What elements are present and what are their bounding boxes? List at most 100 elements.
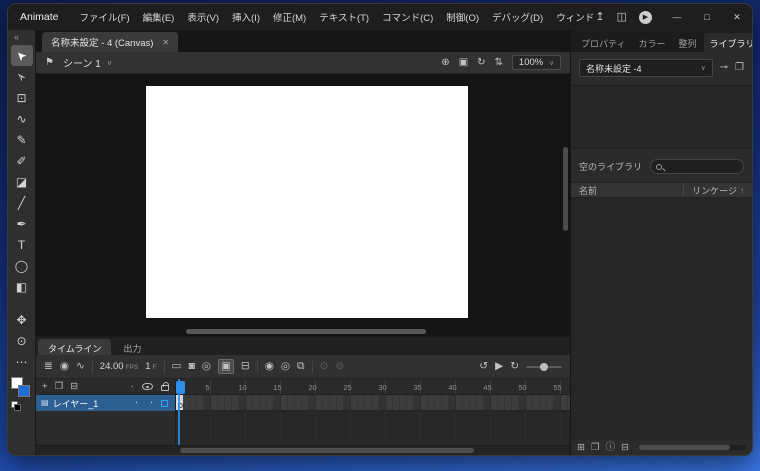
insert-blank-keyframe-icon[interactable]: ◎ — [202, 361, 211, 372]
column-name[interactable]: 名前 — [579, 184, 597, 197]
stage-pasteboard[interactable] — [36, 74, 570, 328]
onion-outline-icon[interactable]: ◎ — [281, 361, 290, 372]
menu-item[interactable]: 修正(M) — [268, 8, 311, 26]
tab-close-icon[interactable]: ✕ — [162, 38, 169, 47]
zoom-select[interactable]: 100% ∨ — [511, 55, 561, 70]
scrollbar-thumb[interactable] — [638, 445, 730, 450]
slider-thumb[interactable] — [540, 362, 548, 371]
tab-整列[interactable]: 整列 — [672, 33, 702, 52]
layer-depth-icon[interactable]: ∿ — [76, 361, 85, 372]
timeline-zoom-slider[interactable] — [526, 362, 562, 371]
timeline-ruler[interactable]: 5 10 15 20 25 30 35 40 45 50 55 — [176, 379, 570, 395]
workspace-icon[interactable]: ◫ — [617, 11, 627, 23]
delete-layer-button[interactable]: ⊟ — [70, 382, 78, 392]
frames-pane[interactable]: 5 10 15 20 25 30 35 40 45 50 55 — [176, 379, 570, 445]
new-library-panel-icon[interactable]: ❐ — [735, 63, 744, 73]
delete-frame-icon[interactable]: ⊟ — [241, 361, 250, 372]
more-tools[interactable]: ⋯ — [11, 351, 33, 372]
lock-icon[interactable] — [161, 382, 169, 391]
fill-color-chip[interactable] — [17, 385, 30, 397]
document-tab[interactable]: 名称未設定 - 4 (Canvas) ✕ — [42, 32, 179, 52]
rotate-stage-icon[interactable]: ↻ — [477, 57, 485, 68]
library-horizontal-scrollbar[interactable] — [638, 445, 746, 450]
column-linkage[interactable]: リンケージ ↑ — [683, 183, 744, 197]
menu-item[interactable]: ファイル(F) — [75, 8, 135, 26]
menu-item[interactable]: 表示(V) — [182, 8, 224, 26]
current-frame-field[interactable]: 1F — [145, 361, 156, 372]
brush-tool[interactable]: ✎ — [11, 129, 33, 150]
timeline-tab-出力[interactable]: 出力 — [113, 339, 151, 355]
stage-vertical-scrollbar[interactable] — [563, 78, 568, 324]
eraser-tool[interactable]: ◪ — [11, 171, 33, 192]
line-tool[interactable]: ╱ — [11, 192, 33, 213]
menu-item[interactable]: コマンド(C) — [377, 8, 438, 26]
rewind-icon[interactable]: ↺ — [479, 361, 488, 372]
add-folder-button[interactable]: ❐ — [55, 382, 64, 392]
new-folder-button[interactable]: ❐ — [591, 443, 600, 453]
scene-breadcrumb[interactable]: シーン 1 — [63, 55, 101, 70]
delete-button[interactable]: ⊟ — [621, 443, 629, 453]
layer-row[interactable]: ▤ レイヤー_1 · · — [36, 395, 175, 411]
stage-canvas[interactable] — [146, 86, 468, 318]
menu-item[interactable]: ウィンドウ(W) — [551, 8, 595, 26]
layer-parent-icon[interactable]: ≣ — [44, 361, 53, 372]
chevron-down-icon[interactable]: ∨ — [107, 59, 112, 67]
close-button[interactable]: ✕ — [722, 4, 752, 30]
menu-item[interactable]: 挿入(I) — [227, 8, 265, 26]
library-search-box[interactable] — [650, 159, 744, 174]
timeline-horizontal-scrollbar[interactable] — [36, 445, 570, 455]
playhead-line[interactable] — [178, 379, 180, 445]
menu-item[interactable]: 制御(O) — [441, 8, 484, 26]
scrollbar-thumb[interactable] — [180, 448, 474, 453]
pen-tool[interactable]: ✒ — [11, 213, 33, 234]
onion-range-icon[interactable]: ⊙ — [320, 361, 329, 372]
menu-item[interactable]: テキスト(T) — [314, 8, 374, 26]
stage-horizontal-scrollbar[interactable] — [36, 328, 570, 336]
camera-icon[interactable]: ◉ — [60, 361, 69, 372]
anchor-onion-icon[interactable]: ⊚ — [335, 361, 344, 372]
oval-tool[interactable]: ◯ — [11, 255, 33, 276]
zoom-tool[interactable]: ⊙ — [11, 330, 33, 351]
search-input[interactable] — [666, 160, 738, 173]
highlight-column-icon[interactable]: · — [131, 381, 134, 392]
lasso-tool[interactable]: ∿ — [11, 108, 33, 129]
clip-content-icon[interactable]: ▣ — [459, 57, 468, 68]
fps-indicator[interactable]: 24.00 FPS — [100, 361, 138, 372]
properties-button[interactable]: ⓘ — [606, 443, 616, 453]
insert-frame-icon[interactable]: ▭ — [172, 361, 182, 372]
timeline-tab-タイムライン[interactable]: タイムライン — [38, 339, 112, 355]
eye-icon[interactable] — [142, 383, 153, 390]
loop-icon[interactable]: ↻ — [510, 361, 519, 372]
library-item-list[interactable] — [571, 198, 752, 439]
preview-icon[interactable]: ▶ — [639, 10, 652, 24]
pin-library-icon[interactable]: ⊸ — [720, 63, 728, 73]
frames-empty-area[interactable] — [176, 411, 570, 445]
edit-multiple-frames-icon[interactable]: ⧉ — [297, 361, 305, 372]
zoom-spin-icon[interactable]: ⇅ — [495, 57, 503, 68]
layer-visibility-dot[interactable]: · — [131, 398, 142, 408]
tab-ライブラリ[interactable]: ライブラリ — [703, 33, 752, 52]
tab-プロパティ[interactable]: プロパティ — [575, 33, 631, 52]
onion-skin-icon[interactable]: ◉ — [265, 361, 274, 372]
scrollbar-thumb[interactable] — [185, 329, 426, 334]
new-symbol-button[interactable]: ⊞ — [577, 443, 585, 453]
tab-カラー[interactable]: カラー — [632, 33, 671, 52]
layer-outline-color[interactable] — [161, 399, 168, 407]
menu-item[interactable]: 編集(E) — [138, 8, 180, 26]
paint-bucket-tool[interactable]: ◧ — [11, 276, 33, 297]
free-transform-tool[interactable]: ⊡ — [11, 87, 33, 108]
collapse-tools-icon[interactable]: « — [8, 30, 19, 45]
insert-keyframe-icon[interactable]: ◙ — [188, 361, 194, 372]
maximize-button[interactable]: □ — [692, 4, 722, 30]
layer-lock-dot[interactable]: · — [146, 398, 157, 408]
subselection-tool[interactable]: ➢ — [11, 66, 33, 87]
selection-tool[interactable]: ➤ — [10, 45, 33, 66]
scrollbar-thumb[interactable] — [563, 146, 568, 231]
minimize-button[interactable]: — — [662, 4, 692, 30]
layer-frames-row[interactable] — [176, 395, 570, 411]
share-icon[interactable]: ↥ — [595, 11, 604, 23]
play-button[interactable]: ▶ — [495, 361, 503, 372]
text-tool[interactable]: T — [11, 234, 33, 255]
default-colors-icon[interactable] — [10, 401, 21, 411]
hand-tool[interactable]: ✥ — [11, 309, 33, 330]
